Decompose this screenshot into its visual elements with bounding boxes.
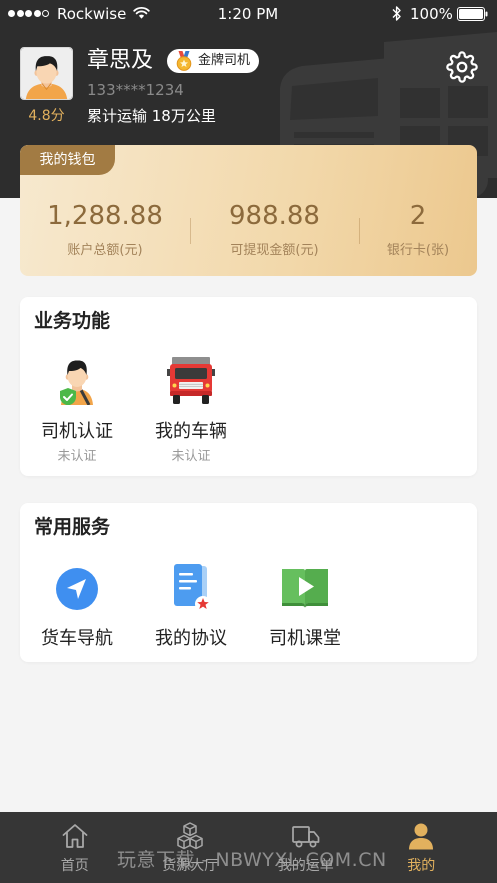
tab-cargo-hall[interactable]: 货源大厅 — [133, 812, 249, 883]
stat-label: 可提现金额(元) — [230, 243, 319, 258]
driver-classroom-item[interactable]: 司机课堂 — [248, 563, 362, 650]
my-profile-screen: Rockwise 1:20 PM 100% 4.8分 章思及 金牌司机 133*… — [0, 0, 497, 883]
wifi-icon — [133, 6, 150, 19]
wallet-title: 我的钱包 — [20, 145, 115, 175]
stat-divider — [359, 218, 360, 244]
home-icon — [62, 824, 88, 848]
wallet-stats: 1,288.88 账户总额(元) 988.88 可提现金额(元) 2 银行卡(张… — [20, 201, 477, 259]
gold-driver-badge: 金牌司机 — [167, 49, 259, 73]
tab-label: 货源大厅 — [162, 858, 219, 874]
badge-label: 金牌司机 — [198, 53, 251, 68]
signal-dot — [25, 10, 33, 17]
common-services-card: 常用服务 货车导航 我的协议 司机课堂 — [20, 503, 477, 662]
cargo-boxes-icon — [177, 822, 203, 850]
avatar[interactable] — [20, 47, 73, 100]
person-icon — [409, 823, 434, 850]
signal-dot — [16, 10, 24, 17]
withdrawable-amount-stat[interactable]: 988.88 可提现金额(元) — [190, 201, 359, 259]
video-book-icon — [282, 569, 328, 608]
common-services-title: 常用服务 — [34, 516, 111, 538]
signal-dot — [8, 10, 15, 17]
truck-navigation-label: 货车导航 — [41, 628, 113, 649]
truck-navigation-item[interactable]: 货车导航 — [20, 563, 134, 650]
tab-home[interactable]: 首页 — [17, 812, 133, 883]
my-agreement-item[interactable]: 我的协议 — [134, 563, 248, 650]
driver-certification-item[interactable]: 司机认证 未认证 — [20, 355, 134, 465]
agreement-document-icon — [174, 564, 211, 612]
my-vehicles-label: 我的车辆 — [155, 421, 227, 442]
stat-divider — [190, 218, 191, 244]
business-functions-title: 业务功能 — [34, 310, 111, 332]
battery-icon — [457, 7, 488, 21]
total-mileage: 累计运输 18万公里 — [87, 107, 216, 125]
tab-label: 首页 — [60, 858, 89, 874]
gold-medal-icon — [176, 51, 192, 71]
clock: 1:20 PM — [217, 5, 279, 23]
stat-value: 1,288.88 — [47, 201, 163, 231]
driver-rating: 4.8分 — [28, 108, 65, 124]
my-agreement-label: 我的协议 — [155, 628, 227, 649]
gear-icon[interactable] — [446, 51, 478, 83]
signal-strength-icon — [8, 10, 51, 18]
battery-percentage: 100% — [410, 5, 453, 23]
stat-label: 银行卡(张) — [386, 243, 450, 258]
driver-avatar-icon — [21, 48, 72, 99]
signal-dot — [33, 10, 41, 17]
stat-value: 2 — [409, 201, 427, 231]
bank-cards-stat[interactable]: 2 银行卡(张) — [359, 201, 477, 259]
driver-classroom-label: 司机课堂 — [269, 628, 341, 649]
bottom-tab-bar: 首页 货源大厅 我的运单 我的 — [0, 812, 497, 883]
stat-value: 988.88 — [229, 201, 320, 231]
carrier-name: Rockwise — [57, 5, 127, 23]
tab-me[interactable]: 我的 — [364, 812, 480, 883]
tab-my-waybills[interactable]: 我的运单 — [248, 812, 364, 883]
my-vehicles-status: 未认证 — [171, 449, 211, 464]
driver-certification-icon — [60, 360, 93, 406]
driver-name: 章思及 — [87, 48, 154, 73]
my-vehicles-item[interactable]: 我的车辆 未认证 — [134, 355, 248, 465]
navigation-icon — [56, 568, 98, 610]
truck-icon — [291, 826, 320, 848]
driver-certification-status: 未认证 — [57, 449, 97, 464]
tab-label: 我的 — [407, 858, 436, 874]
red-truck-icon — [167, 357, 215, 404]
bluetooth-icon — [392, 6, 401, 21]
phone-number: 133****1234 — [87, 81, 184, 99]
status-bar: Rockwise 1:20 PM 100% — [0, 0, 497, 28]
signal-dot — [42, 10, 50, 17]
business-functions-card: 业务功能 司机认证 未认证 我的车辆 未认证 — [20, 297, 477, 476]
stat-label: 账户总额(元) — [67, 243, 143, 258]
tab-label: 我的运单 — [277, 858, 334, 874]
driver-certification-label: 司机认证 — [41, 421, 113, 442]
account-total-stat[interactable]: 1,288.88 账户总额(元) — [20, 201, 190, 259]
wallet-card[interactable]: 我的钱包 1,288.88 账户总额(元) 988.88 可提现金额(元) 2 … — [20, 145, 477, 276]
